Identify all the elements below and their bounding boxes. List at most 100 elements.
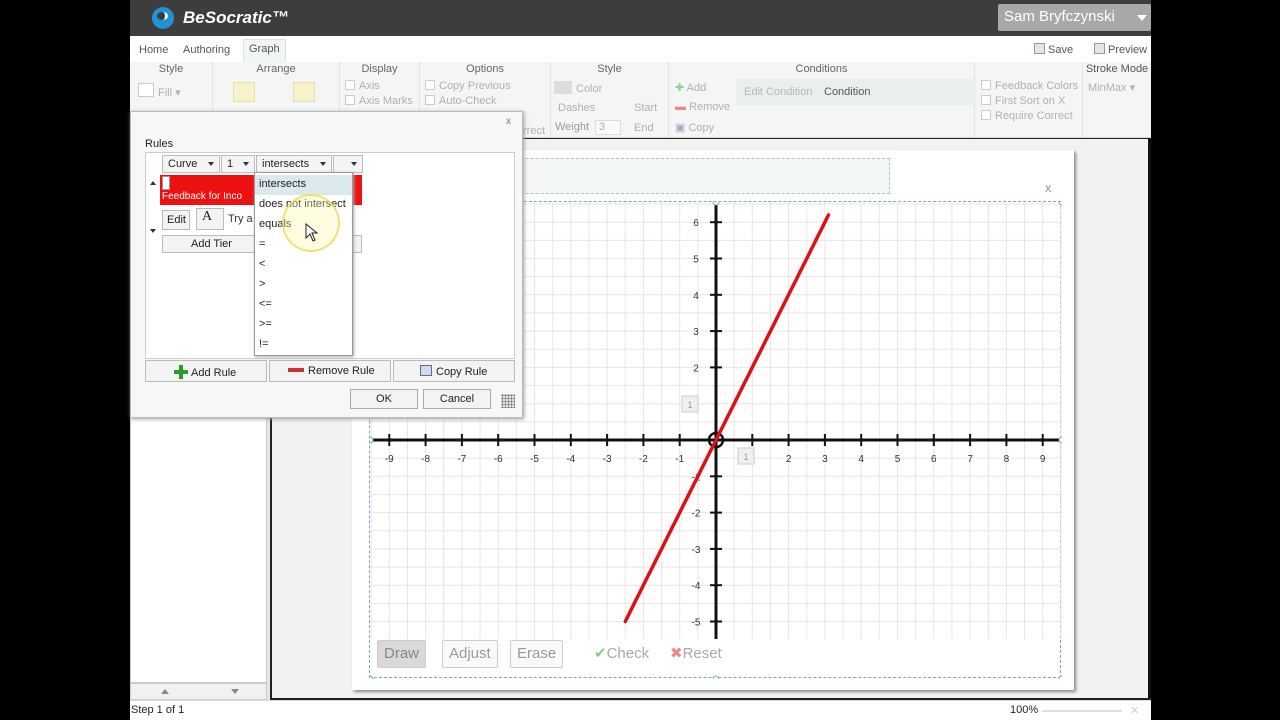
axis-checkbox[interactable]: Axis bbox=[345, 80, 380, 92]
fill-button[interactable]: Fill ▾ bbox=[138, 83, 181, 99]
arrow-down-icon[interactable] bbox=[231, 689, 239, 694]
tab-condition[interactable]: Condition bbox=[824, 86, 870, 98]
font-button[interactable]: A bbox=[196, 208, 224, 230]
mouse-cursor-icon bbox=[305, 223, 319, 242]
preview-button[interactable]: Preview bbox=[1094, 43, 1147, 56]
arrow-up-icon[interactable] bbox=[161, 689, 169, 694]
require-correct-checkbox[interactable]: Require Correct bbox=[981, 110, 1073, 122]
operator-option[interactable]: intersects bbox=[255, 175, 352, 195]
y-tick-label: 2 bbox=[693, 363, 699, 374]
send-back-icon[interactable] bbox=[293, 82, 315, 102]
preview-icon bbox=[1094, 43, 1105, 54]
resize-handle bbox=[712, 202, 720, 206]
curve-index-select[interactable]: 1 bbox=[221, 155, 255, 173]
ok-button[interactable]: OK bbox=[350, 389, 418, 409]
auto-check-checkbox[interactable]: Auto-Check bbox=[425, 95, 496, 107]
close-icon[interactable]: ✕ bbox=[1130, 704, 1142, 717]
operator-option[interactable]: < bbox=[255, 255, 352, 275]
y-tick-label: 3 bbox=[693, 327, 699, 338]
operator-select[interactable]: intersects bbox=[256, 155, 332, 173]
resize-grip-icon[interactable] bbox=[501, 394, 515, 408]
operator-option[interactable]: != bbox=[255, 335, 352, 355]
feedback-slider-handle[interactable] bbox=[162, 176, 170, 190]
scroll-down-icon[interactable] bbox=[150, 229, 156, 233]
save-icon bbox=[1034, 43, 1045, 54]
copy-rule-button[interactable]: Copy Rule bbox=[393, 360, 515, 382]
stroke-mode-dropdown[interactable]: MinMax ▾ bbox=[1088, 81, 1135, 94]
condition-tabs: Edit Condition Condition bbox=[736, 79, 976, 105]
operator-option[interactable]: <= bbox=[255, 295, 352, 315]
tab-authoring[interactable]: Authoring bbox=[178, 41, 235, 59]
operator-option[interactable]: > bbox=[255, 275, 352, 295]
draw-button[interactable]: Draw bbox=[377, 640, 427, 668]
weight-label: Weight bbox=[555, 121, 590, 133]
stage-border bbox=[1148, 138, 1151, 698]
ribbon-group-stroke: Stroke Mode MinMax ▾ bbox=[1085, 63, 1149, 94]
x-tick-label: 8 bbox=[1004, 454, 1010, 465]
x-tick-label: -7 bbox=[457, 454, 466, 465]
tab-home[interactable]: Home bbox=[134, 41, 173, 59]
operator-option[interactable]: >= bbox=[255, 315, 352, 335]
resize-handle bbox=[1058, 675, 1062, 679]
check-button[interactable]: ✔Check bbox=[594, 644, 649, 662]
close-icon[interactable]: x bbox=[506, 116, 511, 127]
scroll-up-icon[interactable] bbox=[150, 181, 156, 185]
user-menu[interactable]: Sam Bryfczynski bbox=[998, 4, 1151, 31]
feedback-colors-checkbox[interactable]: Feedback Colors bbox=[981, 80, 1078, 92]
chevron-down-icon bbox=[320, 162, 326, 166]
minus-icon bbox=[288, 368, 304, 372]
remove-condition-button[interactable]: ▬ Remove bbox=[675, 101, 730, 113]
bring-front-icon[interactable] bbox=[233, 82, 255, 102]
start-dropdown[interactable]: Start bbox=[634, 102, 657, 114]
first-sort-checkbox[interactable]: First Sort on X bbox=[981, 95, 1065, 107]
x-tick-label: -4 bbox=[566, 454, 575, 465]
rule-buttons: Add Rule Remove Rule Copy Rule bbox=[145, 360, 515, 382]
app-title: BeSocratic™ bbox=[183, 8, 289, 27]
x-icon: ✖ bbox=[670, 645, 683, 662]
close-icon[interactable]: x bbox=[1045, 180, 1052, 195]
remove-rule-button[interactable]: Remove Rule bbox=[269, 360, 391, 382]
y-unit-label: 1 bbox=[687, 400, 692, 410]
zoom-level: 100% bbox=[1010, 704, 1039, 716]
curve-select[interactable]: Curve bbox=[162, 155, 220, 173]
rules-label: Rules bbox=[145, 138, 174, 150]
x-tick-label: 3 bbox=[822, 454, 828, 465]
x-tick-label: -1 bbox=[675, 454, 684, 465]
y-tick-label: -5 bbox=[692, 618, 701, 629]
tab-edit-condition[interactable]: Edit Condition bbox=[744, 86, 813, 98]
x-tick-label: -5 bbox=[530, 454, 539, 465]
dashes-dropdown[interactable]: Dashes bbox=[558, 102, 595, 114]
title-bar: BeSocratic™ Sam Bryfczynski bbox=[130, 0, 1151, 36]
add-rule-button[interactable]: Add Rule bbox=[145, 360, 267, 382]
color-picker[interactable]: Color bbox=[554, 81, 602, 95]
besocratic-logo-icon bbox=[152, 7, 174, 29]
y-tick-label: -2 bbox=[692, 509, 701, 520]
erase-button[interactable]: Erase bbox=[510, 640, 564, 668]
resize-handle bbox=[1058, 202, 1062, 206]
cancel-button[interactable]: Cancel bbox=[423, 389, 491, 409]
adjust-button[interactable]: Adjust bbox=[442, 640, 498, 668]
target-select[interactable] bbox=[333, 155, 363, 173]
end-dropdown[interactable]: End bbox=[634, 122, 654, 134]
copy-previous-checkbox[interactable]: Copy Previous bbox=[425, 80, 511, 92]
copy-condition-button[interactable]: ▣ Copy bbox=[675, 121, 714, 134]
tab-graph[interactable]: Graph bbox=[243, 39, 286, 62]
save-button[interactable]: Save bbox=[1034, 43, 1073, 56]
resize-handle bbox=[370, 436, 374, 444]
zoom-slider[interactable] bbox=[1042, 710, 1122, 712]
edit-button[interactable]: Edit bbox=[162, 210, 190, 230]
x-tick-label: -6 bbox=[494, 454, 503, 465]
x-tick-label: 5 bbox=[895, 454, 901, 465]
weight-input[interactable]: 3 bbox=[595, 120, 621, 135]
add-condition-button[interactable]: ✚ Add bbox=[675, 81, 706, 94]
x-tick-label: 4 bbox=[858, 454, 864, 465]
step-indicator: Step 1 of 1 bbox=[131, 704, 185, 716]
ribbon-tabs: Home Authoring Graph Save Preview bbox=[130, 38, 1151, 62]
y-tick-label: -4 bbox=[692, 581, 701, 592]
axis-marks-checkbox[interactable]: Axis Marks bbox=[345, 95, 413, 107]
steps-nav bbox=[130, 683, 267, 700]
reset-button[interactable]: ✖Reset bbox=[670, 644, 722, 662]
plus-icon bbox=[174, 365, 188, 379]
x-tick-label: 6 bbox=[931, 454, 937, 465]
x-unit-label: 1 bbox=[743, 452, 748, 462]
